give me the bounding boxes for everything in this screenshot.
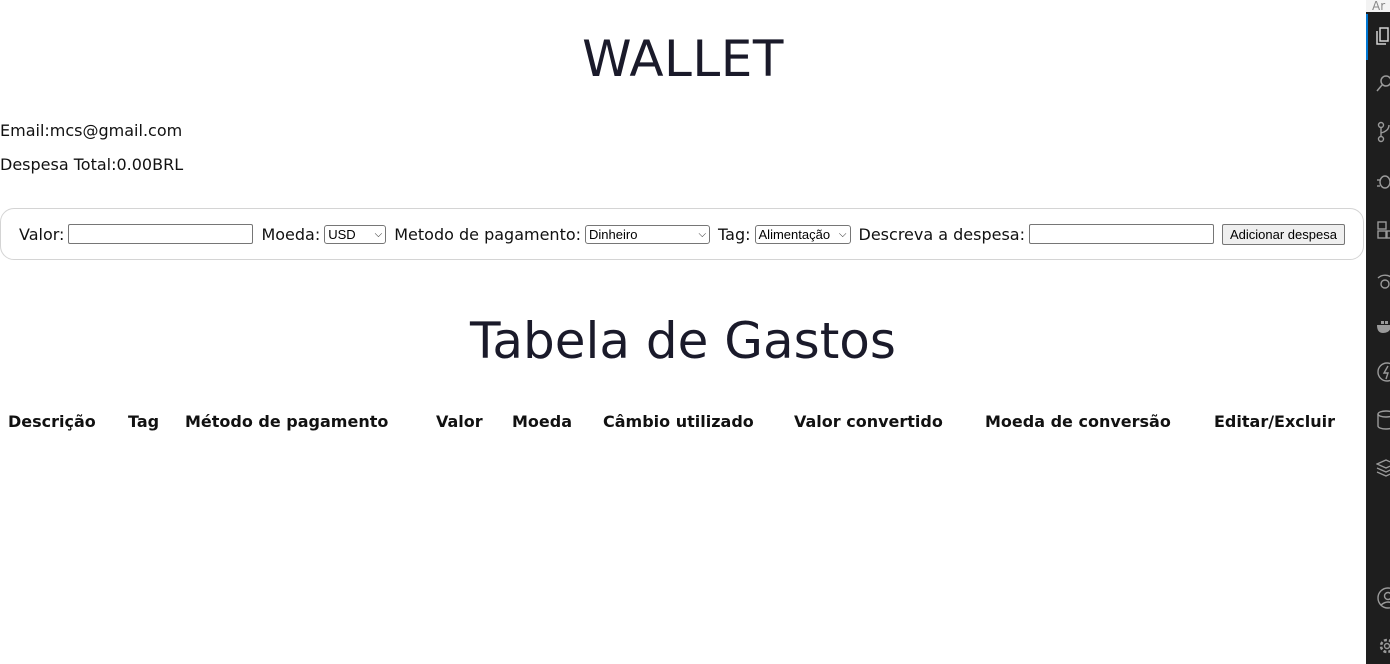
tag-select[interactable]: Alimentação ⌵ bbox=[754, 224, 851, 244]
chevron-down-icon: ⌵ bbox=[698, 228, 707, 240]
expense-form: Valor: Moeda: USD ⌵ Metodo de pagamento:… bbox=[0, 208, 1364, 260]
metodo-label: Metodo de pagamento: bbox=[394, 224, 582, 244]
search-icon[interactable] bbox=[1376, 72, 1390, 96]
active-indicator bbox=[1366, 14, 1368, 60]
explorer-icon[interactable] bbox=[1376, 24, 1390, 48]
col-header-cambio: Câmbio utilizado bbox=[603, 411, 754, 431]
total-expense: Despesa Total:0.00BRL bbox=[0, 155, 183, 174]
metodo-select[interactable]: Dinheiro ⌵ bbox=[585, 224, 711, 244]
remote-explorer-icon[interactable] bbox=[1376, 266, 1390, 290]
email-label: Email: bbox=[0, 121, 50, 140]
valor-label: Valor: bbox=[19, 224, 65, 244]
user-email: Email:mcs@gmail.com bbox=[0, 121, 182, 140]
moeda-field: Moeda: USD ⌵ bbox=[261, 224, 387, 244]
page-title: WALLET bbox=[582, 30, 784, 88]
tag-label: Tag: bbox=[718, 224, 751, 244]
col-header-valor: Valor bbox=[436, 411, 483, 431]
total-value: 0.00 bbox=[116, 155, 153, 174]
total-currency: BRL bbox=[152, 155, 184, 174]
settings-gear-icon[interactable] bbox=[1376, 634, 1390, 658]
col-header-editar-excluir: Editar/Excluir bbox=[1214, 411, 1336, 431]
extensions-icon[interactable] bbox=[1376, 218, 1390, 242]
expenses-table: Descrição Tag Método de pagamento Valor … bbox=[0, 408, 1335, 434]
chevron-down-icon: ⌵ bbox=[838, 228, 847, 240]
tag-selected: Alimentação bbox=[758, 226, 831, 242]
metodo-selected: Dinheiro bbox=[589, 226, 638, 242]
moeda-label: Moeda: bbox=[261, 224, 321, 244]
descricao-input[interactable] bbox=[1029, 224, 1214, 244]
col-header-valor-convertido: Valor convertido bbox=[794, 411, 943, 431]
col-header-tag: Tag bbox=[128, 411, 160, 431]
wallet-page: WALLET Email:mcs@gmail.com Despesa Total… bbox=[0, 0, 1366, 664]
col-header-descricao: Descrição bbox=[8, 411, 96, 431]
tag-field: Tag: Alimentação ⌵ bbox=[718, 224, 851, 244]
activity-bar-top-text: Ar bbox=[1366, 0, 1390, 12]
col-header-moeda-conversao: Moeda de conversão bbox=[985, 411, 1171, 431]
docker-icon[interactable] bbox=[1376, 314, 1390, 338]
add-expense-button[interactable]: Adicionar despesa bbox=[1222, 223, 1345, 245]
valor-field: Valor: bbox=[19, 224, 254, 244]
email-value: mcs@gmail.com bbox=[49, 121, 183, 140]
valor-input[interactable] bbox=[68, 224, 254, 244]
editor-activity-bar: Ar bbox=[1366, 0, 1390, 664]
layers-icon[interactable] bbox=[1376, 456, 1390, 480]
table-header-row: Descrição Tag Método de pagamento Valor … bbox=[0, 408, 1335, 434]
table-title: Tabela de Gastos bbox=[470, 312, 896, 370]
account-icon[interactable] bbox=[1376, 586, 1390, 610]
total-label: Despesa Total: bbox=[0, 155, 117, 174]
col-header-metodo: Método de pagamento bbox=[185, 411, 389, 431]
descricao-label: Descreva a despesa: bbox=[858, 224, 1025, 244]
lightning-icon[interactable] bbox=[1376, 360, 1390, 384]
metodo-field: Metodo de pagamento: Dinheiro ⌵ bbox=[394, 224, 711, 244]
database-icon[interactable] bbox=[1376, 408, 1390, 432]
col-header-moeda: Moeda bbox=[512, 411, 573, 431]
debug-icon[interactable] bbox=[1376, 168, 1390, 192]
descricao-field: Descreva a despesa: bbox=[859, 224, 1214, 244]
source-control-icon[interactable] bbox=[1376, 120, 1390, 144]
chevron-down-icon: ⌵ bbox=[374, 228, 383, 240]
moeda-select[interactable]: USD ⌵ bbox=[324, 224, 387, 244]
moeda-selected: USD bbox=[328, 226, 356, 242]
